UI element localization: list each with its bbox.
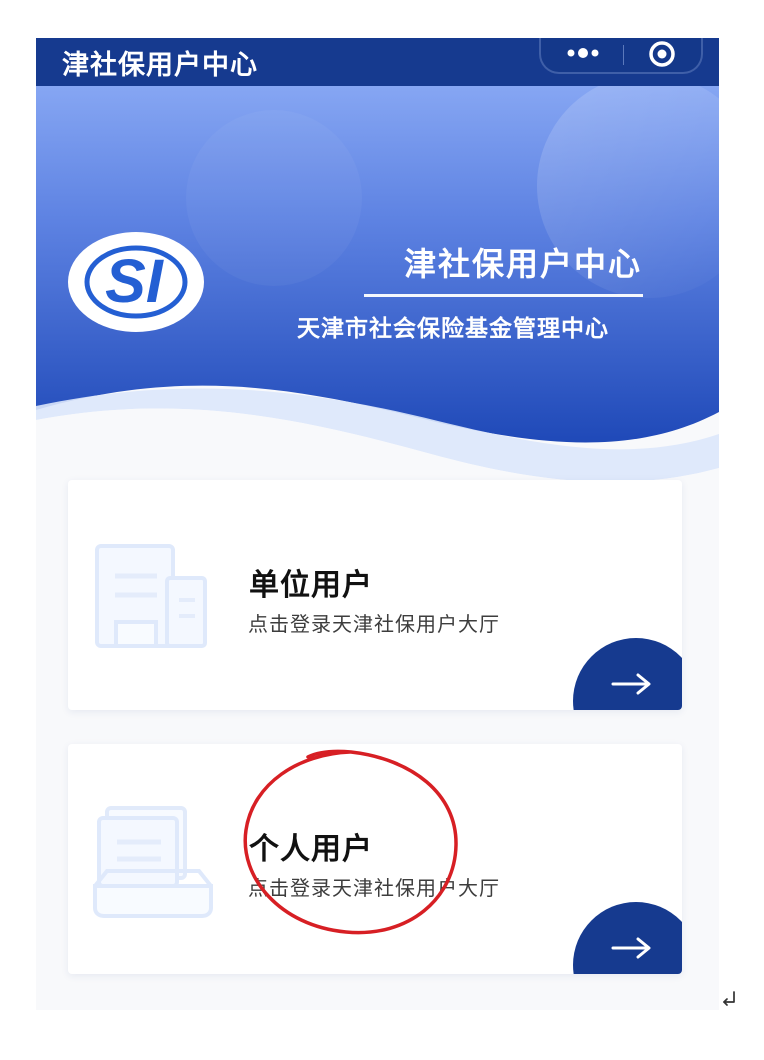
svg-text:SI: SI bbox=[105, 247, 164, 315]
hero-subtitle: 天津市社会保险基金管理中心 bbox=[297, 316, 609, 342]
navigation-title: 津社保用户中心 bbox=[62, 49, 258, 81]
return-arrow-icon bbox=[723, 991, 735, 1006]
unit-user-title: 单位用户 bbox=[249, 568, 373, 603]
unit-user-enter-button[interactable] bbox=[573, 638, 682, 710]
building-icon bbox=[95, 544, 207, 648]
ellipsis-icon bbox=[567, 48, 599, 58]
arrow-right-icon bbox=[611, 937, 651, 959]
close-mini-program-button[interactable] bbox=[647, 39, 677, 69]
arrow-right-icon bbox=[611, 673, 651, 695]
personal-user-subtitle: 点击登录天津社保用户大厅 bbox=[248, 876, 500, 900]
hero-banner: SI 津社保用户中心 天津市社会保险基金管理中心 bbox=[36, 74, 719, 486]
personal-user-card[interactable]: 个人用户 点击登录天津社保用户大厅 bbox=[68, 744, 682, 974]
mini-program-capsule bbox=[539, 38, 703, 74]
capsule-divider bbox=[623, 45, 624, 65]
hero-divider bbox=[364, 294, 643, 297]
unit-user-card[interactable]: 单位用户 点击登录天津社保用户大厅 bbox=[68, 480, 682, 710]
si-logo-icon: SI bbox=[68, 232, 204, 332]
personal-user-enter-button[interactable] bbox=[573, 902, 682, 974]
mobile-app-screen: 津社保用户中心 SI 津社保用户中心 天津市社会保险基金管理中心 单位用户 点击… bbox=[36, 38, 719, 1010]
screenshot-canvas: { "topbar": { "title": "津社保用户中心", "more_… bbox=[0, 0, 764, 1060]
unit-user-subtitle: 点击登录天津社保用户大厅 bbox=[248, 612, 500, 636]
personal-user-title: 个人用户 bbox=[249, 832, 373, 867]
document-stack-icon bbox=[93, 806, 213, 918]
hero-title: 津社保用户中心 bbox=[403, 245, 642, 283]
target-icon bbox=[649, 41, 675, 67]
top-navigation-bar: 津社保用户中心 bbox=[36, 38, 719, 86]
more-options-button[interactable] bbox=[561, 38, 605, 68]
